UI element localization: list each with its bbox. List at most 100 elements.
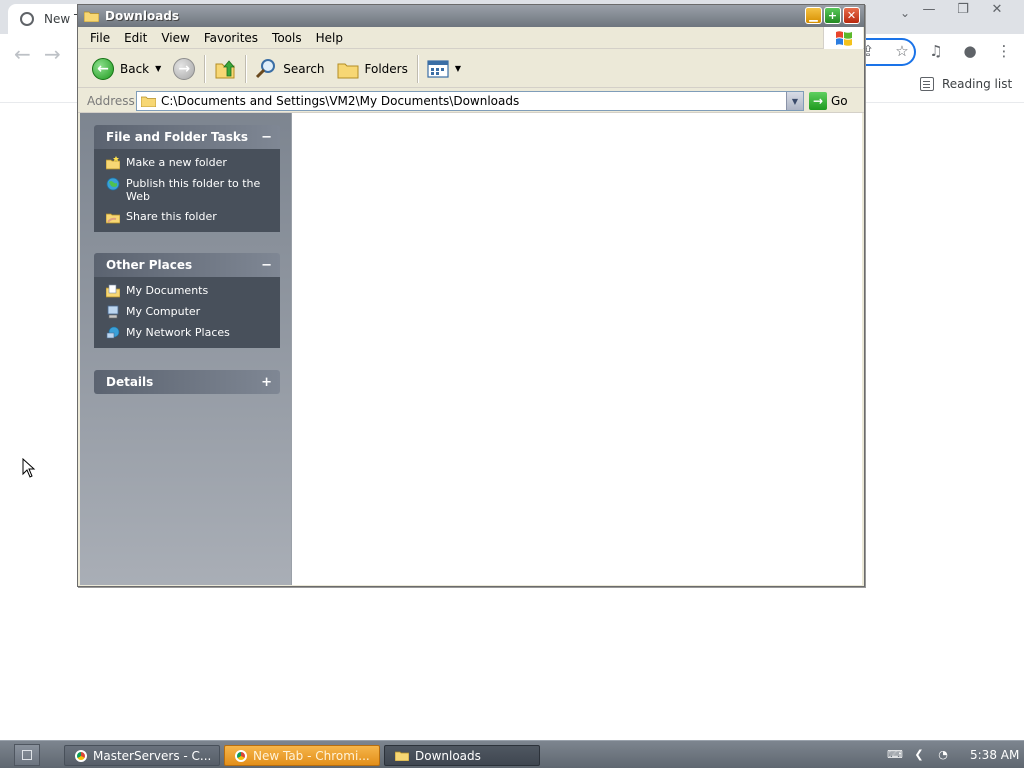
back-dropdown-icon[interactable]: ▼ <box>155 64 161 73</box>
mouse-cursor-icon <box>22 458 36 478</box>
panel-header[interactable]: Details + <box>94 370 280 394</box>
reading-list-label: Reading list <box>942 77 1013 91</box>
forward-button[interactable]: → <box>167 53 201 85</box>
folder-icon <box>84 11 99 22</box>
folders-label: Folders <box>364 61 408 76</box>
taskbar-item-label: New Tab - Chromi... <box>253 748 370 763</box>
up-folder-button[interactable] <box>208 53 242 85</box>
go-arrow-icon: → <box>809 92 827 110</box>
address-input[interactable]: C:\Documents and Settings\VM2\My Documen… <box>136 91 804 111</box>
publish-web-icon <box>106 177 120 191</box>
start-button[interactable] <box>14 744 40 766</box>
toolbar-separator <box>204 54 206 83</box>
tray-expand-icon[interactable]: ❮ <box>910 747 928 763</box>
keyboard-icon[interactable]: ⌨ <box>886 747 904 763</box>
address-value: C:\Documents and Settings\VM2\My Documen… <box>161 94 520 108</box>
reading-list-icon <box>920 77 934 91</box>
menu-file[interactable]: File <box>83 31 117 45</box>
media-control-icon[interactable]: ♫ <box>926 38 946 64</box>
volume-icon[interactable]: ◔ <box>934 747 952 763</box>
chevron-down-icon[interactable]: ⌄ <box>896 6 914 24</box>
maximize-button[interactable]: + <box>824 7 841 24</box>
task-label: Share this folder <box>126 210 217 223</box>
go-button[interactable]: → Go <box>809 92 848 110</box>
address-label: Address <box>87 93 135 108</box>
close-icon[interactable]: ✕ <box>984 0 1010 18</box>
folders-button[interactable]: Folders <box>331 53 414 85</box>
menu-favorites[interactable]: Favorites <box>197 31 265 45</box>
reading-list-button[interactable]: Reading list <box>920 77 1012 91</box>
search-button[interactable]: Search <box>249 53 330 85</box>
search-label: Search <box>283 61 325 76</box>
collapse-icon[interactable]: − <box>261 130 272 145</box>
menu-help[interactable]: Help <box>309 31 350 45</box>
place-label: My Documents <box>126 284 209 297</box>
views-dropdown-icon: ▼ <box>454 64 462 73</box>
panel-header[interactable]: Other Places − <box>94 253 280 277</box>
panel-header[interactable]: File and Folder Tasks − <box>94 125 280 149</box>
close-button[interactable]: ✕ <box>843 7 860 24</box>
clock: 5:38 AM <box>970 747 1020 762</box>
explorer-window: Downloads ▁ + ✕ File Edit View Favorites… <box>77 4 865 587</box>
profile-avatar-icon[interactable]: ● <box>960 38 980 64</box>
panel-title: Other Places <box>106 258 193 272</box>
kebab-menu-icon[interactable]: ⋮ <box>994 38 1014 64</box>
network-places-icon <box>106 326 120 339</box>
views-button[interactable]: ▼ <box>421 53 467 85</box>
title-bar[interactable]: Downloads ▁ + ✕ <box>78 5 864 27</box>
menu-view[interactable]: View <box>154 31 196 45</box>
window-title: Downloads <box>105 9 180 23</box>
place-my-network-places[interactable]: My Network Places <box>106 326 272 340</box>
task-share-folder[interactable]: Share this folder <box>106 210 272 224</box>
taskbar-item-label: Downloads <box>415 748 481 763</box>
toolbar-separator <box>416 54 418 83</box>
file-list-area[interactable] <box>291 113 862 585</box>
menu-bar: File Edit View Favorites Tools Help <box>78 27 864 49</box>
place-label: My Computer <box>126 305 201 318</box>
taskbar-item-new-tab[interactable]: New Tab - Chromi... <box>224 745 380 766</box>
minimize-button[interactable]: ▁ <box>805 7 822 24</box>
address-dropdown-icon[interactable]: ▼ <box>786 92 803 110</box>
back-button[interactable]: ← Back ▼ <box>86 53 167 85</box>
back-arrow-icon: ← <box>92 57 114 80</box>
taskbar-item-downloads[interactable]: Downloads <box>384 745 540 766</box>
task-pane: File and Folder Tasks − Make a new folde… <box>80 113 291 585</box>
taskbar-item-label: MasterServers - C... <box>93 748 212 763</box>
globe-icon <box>20 12 34 26</box>
my-documents-icon <box>106 284 120 298</box>
folder-icon <box>395 751 409 761</box>
restore-icon[interactable]: ❐ <box>950 0 976 18</box>
collapse-icon[interactable]: − <box>261 258 272 273</box>
new-folder-icon <box>106 156 120 170</box>
my-computer-icon <box>107 305 119 319</box>
expand-icon[interactable]: + <box>261 375 272 390</box>
details-panel: Details + <box>94 370 280 394</box>
task-publish-folder[interactable]: Publish this folder to the Web <box>106 177 272 203</box>
back-arrow-icon[interactable]: ← <box>14 42 31 66</box>
back-label: Back <box>120 61 150 76</box>
standard-toolbar: ← Back ▼ → Search Folders ▼ <box>78 50 864 88</box>
taskbar: MasterServers - C... New Tab - Chromi...… <box>0 740 1024 768</box>
bookmark-star-icon[interactable]: ☆ <box>892 38 912 64</box>
up-folder-icon <box>215 59 236 78</box>
toolbar-separator <box>245 54 247 83</box>
folders-icon <box>337 63 359 78</box>
chrome-tab-title: New T <box>44 12 82 26</box>
other-places-panel: Other Places − My Documents My Computer … <box>94 253 280 348</box>
menu-tools[interactable]: Tools <box>265 31 309 45</box>
search-icon <box>256 58 276 78</box>
minimize-icon[interactable]: — <box>916 0 942 18</box>
share-folder-icon <box>106 213 120 224</box>
place-my-documents[interactable]: My Documents <box>106 284 272 298</box>
forward-arrow-icon[interactable]: → <box>44 42 61 66</box>
place-my-computer[interactable]: My Computer <box>106 305 272 319</box>
task-label: Publish this folder to the Web <box>126 177 261 203</box>
file-folder-tasks-panel: File and Folder Tasks − Make a new folde… <box>94 125 280 232</box>
task-label: Make a new folder <box>126 156 227 169</box>
menu-edit[interactable]: Edit <box>117 31 154 45</box>
task-make-new-folder[interactable]: Make a new folder <box>106 156 272 170</box>
place-label: My Network Places <box>126 326 230 339</box>
taskbar-item-masterservers[interactable]: MasterServers - C... <box>64 745 220 766</box>
address-bar: Address C:\Documents and Settings\VM2\My… <box>78 89 864 113</box>
chrome-icon <box>235 749 247 762</box>
